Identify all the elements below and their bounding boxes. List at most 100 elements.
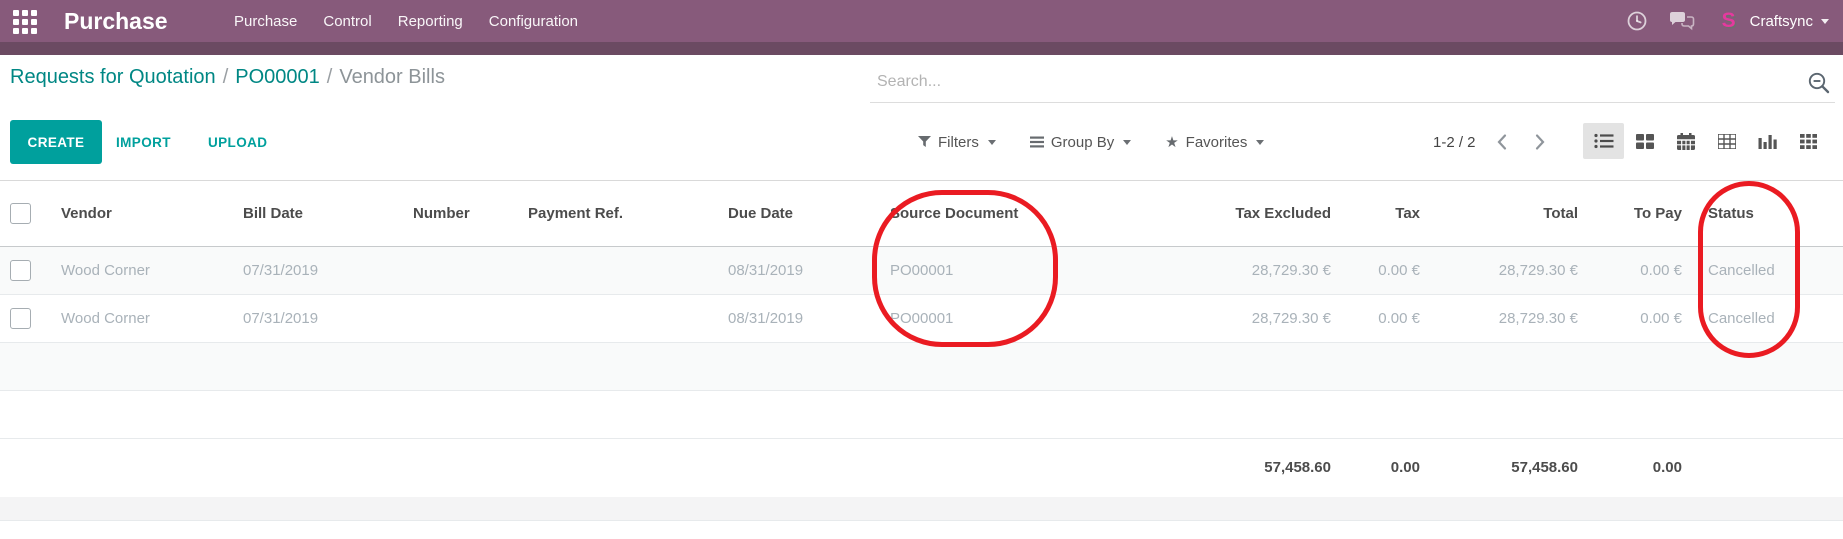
column-header-vendor[interactable]: Vendor	[48, 181, 230, 247]
bar-chart-icon	[1758, 133, 1777, 149]
search-bar	[870, 66, 1835, 103]
chevron-down-icon	[1821, 19, 1829, 24]
cell-to-pay: 0.00 €	[1591, 247, 1695, 295]
systray: S Craftsync	[1626, 0, 1829, 42]
pager-range[interactable]: 1-2 / 2	[1433, 134, 1476, 151]
column-header-to-pay[interactable]: To Pay	[1591, 181, 1695, 247]
activity-view-button[interactable]	[1788, 123, 1829, 159]
group-by-bars-icon	[1030, 136, 1044, 148]
cell-status: Cancelled	[1695, 247, 1843, 295]
total-tax-excluded: 57,458.60	[1060, 439, 1344, 497]
totals-row: 57,458.60 0.00 57,458.60 0.00	[0, 439, 1843, 497]
search-input[interactable]	[877, 68, 1787, 96]
search-icon[interactable]	[1806, 70, 1833, 97]
column-header-payment-ref[interactable]: Payment Ref.	[515, 181, 715, 247]
menu-reporting[interactable]: Reporting	[385, 13, 476, 30]
vendor-bills-table: Vendor Bill Date Number Payment Ref. Due…	[0, 180, 1843, 497]
view-switcher	[1583, 123, 1829, 159]
create-button[interactable]: CREATE	[10, 120, 102, 164]
cell-tax: 0.00 €	[1344, 295, 1433, 343]
column-header-bill-date[interactable]: Bill Date	[230, 181, 400, 247]
odoo-purchase-app: Purchase Purchase Control Reporting Conf…	[0, 0, 1843, 539]
cell-tax-excluded: 28,729.30 €	[1060, 295, 1344, 343]
list-view-button[interactable]	[1583, 123, 1624, 159]
group-by-dropdown[interactable]: Group By	[1030, 134, 1131, 151]
grid-icon	[1800, 134, 1817, 149]
calendar-view-button[interactable]	[1665, 123, 1706, 159]
star-icon: ★	[1165, 135, 1178, 150]
total-total: 57,458.60	[1433, 439, 1591, 497]
messages-chat-icon[interactable]	[1669, 11, 1695, 31]
cell-payment-ref	[515, 295, 715, 343]
total-to-pay: 0.00	[1591, 439, 1695, 497]
bill-row-2[interactable]: Wood Corner 07/31/2019 08/31/2019 PO0000…	[0, 295, 1843, 343]
cell-bill-date: 07/31/2019	[230, 295, 400, 343]
select-all-checkbox[interactable]	[10, 203, 31, 224]
user-menu[interactable]: S Craftsync	[1716, 8, 1829, 34]
filter-funnel-icon	[918, 136, 931, 148]
row-checkbox[interactable]	[10, 260, 31, 281]
column-header-due-date[interactable]: Due Date	[715, 181, 877, 247]
pager-previous-icon[interactable]	[1490, 130, 1514, 154]
column-header-status[interactable]: Status	[1695, 181, 1843, 247]
bill-row-1[interactable]: Wood Corner 07/31/2019 08/31/2019 PO0000…	[0, 247, 1843, 295]
chevron-down-icon	[1123, 140, 1131, 145]
cell-source-document: PO00001	[877, 295, 1060, 343]
table-footer-band	[0, 497, 1843, 521]
column-header-number[interactable]: Number	[400, 181, 515, 247]
column-header-tax[interactable]: Tax	[1344, 181, 1433, 247]
cell-to-pay: 0.00 €	[1591, 295, 1695, 343]
cell-due-date: 08/31/2019	[715, 247, 877, 295]
kanban-icon	[1636, 134, 1654, 149]
total-tax: 0.00	[1344, 439, 1433, 497]
app-title: Purchase	[64, 0, 168, 42]
cell-payment-ref	[515, 247, 715, 295]
menu-configuration[interactable]: Configuration	[476, 13, 591, 30]
apps-menu-icon[interactable]	[13, 10, 37, 34]
empty-row	[0, 391, 1843, 439]
breadcrumb-separator: /	[320, 66, 340, 88]
cell-source-document: PO00001	[877, 247, 1060, 295]
menu-purchase[interactable]: Purchase	[221, 13, 310, 30]
column-header-source-document[interactable]: Source Document	[877, 181, 1060, 247]
favorites-dropdown[interactable]: ★ Favorites	[1165, 134, 1264, 151]
import-button[interactable]: IMPORT	[116, 120, 171, 164]
column-header-tax-excluded[interactable]: Tax Excluded	[1060, 181, 1344, 247]
column-header-total[interactable]: Total	[1433, 181, 1591, 247]
cell-vendor: Wood Corner	[48, 295, 230, 343]
cell-total: 28,729.30 €	[1433, 247, 1591, 295]
menu-control[interactable]: Control	[310, 13, 384, 30]
pivot-view-button[interactable]	[1706, 123, 1747, 159]
cell-tax-excluded: 28,729.30 €	[1060, 247, 1344, 295]
favorites-label: Favorites	[1186, 134, 1248, 151]
list-icon	[1594, 133, 1614, 149]
filters-label: Filters	[938, 134, 979, 151]
cell-number	[400, 247, 515, 295]
activities-clock-icon[interactable]	[1626, 10, 1648, 32]
pager-next-icon[interactable]	[1528, 130, 1552, 154]
breadcrumb-current: Vendor Bills	[339, 66, 445, 88]
empty-row	[0, 343, 1843, 391]
calendar-icon	[1677, 133, 1695, 150]
filters-dropdown[interactable]: Filters	[918, 134, 996, 151]
row-checkbox[interactable]	[10, 308, 31, 329]
kanban-view-button[interactable]	[1624, 123, 1665, 159]
breadcrumb-po00001[interactable]: PO00001	[235, 66, 320, 88]
upload-button[interactable]: UPLOAD	[208, 120, 267, 164]
breadcrumb-requests-for-quotation[interactable]: Requests for Quotation	[10, 66, 216, 88]
top-navbar: Purchase Purchase Control Reporting Conf…	[0, 0, 1843, 42]
user-avatar: S	[1716, 8, 1742, 34]
cell-vendor: Wood Corner	[48, 247, 230, 295]
user-name: Craftsync	[1750, 13, 1813, 30]
cell-total: 28,729.30 €	[1433, 295, 1591, 343]
search-options-bar: Filters Group By ★ Favorites	[918, 120, 1264, 164]
pivot-table-icon	[1718, 134, 1736, 149]
navbar-bottom-border	[0, 42, 1843, 55]
cell-tax: 0.00 €	[1344, 247, 1433, 295]
cell-status: Cancelled	[1695, 295, 1843, 343]
breadcrumb-separator: /	[216, 66, 236, 88]
chevron-down-icon	[988, 140, 996, 145]
graph-view-button[interactable]	[1747, 123, 1788, 159]
pager: 1-2 / 2	[1433, 120, 1552, 164]
row-select-cell	[0, 247, 48, 295]
